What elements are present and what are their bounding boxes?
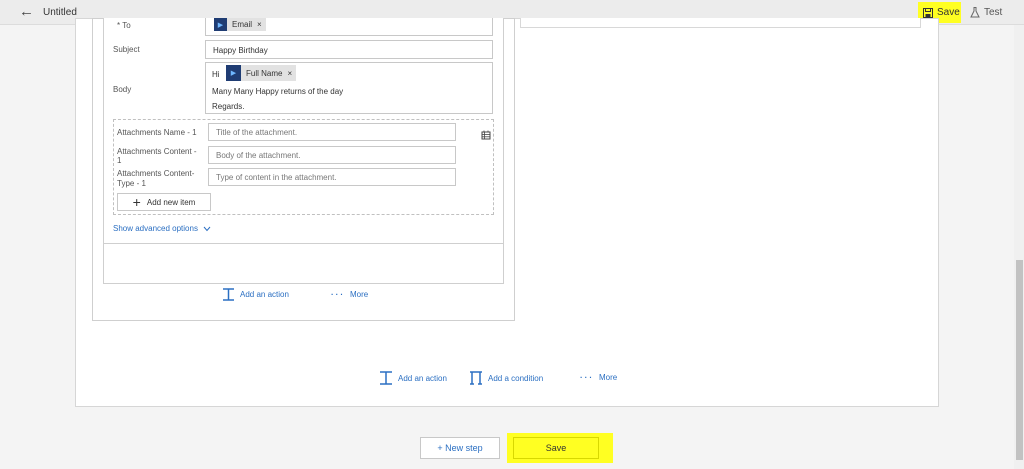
attachments-content-placeholder: Body of the attachment. bbox=[216, 151, 301, 160]
attachments-content-label: Attachments Content - bbox=[117, 147, 197, 156]
subject-input[interactable]: Happy Birthday bbox=[205, 40, 493, 59]
new-step-button[interactable]: + New step bbox=[420, 437, 500, 459]
attachments-name-placeholder: Title of the attachment. bbox=[216, 128, 298, 137]
test-button[interactable]: Test bbox=[970, 2, 1002, 23]
body-greeting: Hi bbox=[212, 70, 220, 79]
back-arrow-icon[interactable]: ← bbox=[19, 4, 34, 19]
full-name-token[interactable]: ▶ Full Name × bbox=[226, 65, 297, 81]
full-name-token-label: Full Name bbox=[246, 68, 283, 78]
branch-more-label: More bbox=[350, 290, 369, 299]
attachments-name-input[interactable]: Title of the attachment. bbox=[208, 123, 456, 141]
remove-full-name-token-icon[interactable]: × bbox=[287, 69, 292, 78]
plus-icon: + bbox=[132, 194, 141, 210]
outer-add-action-link[interactable]: Add an action bbox=[379, 371, 447, 385]
attachments-type-input[interactable]: Type of content in the attachment. bbox=[208, 168, 456, 186]
save-button-bottom-highlight: Save bbox=[507, 433, 613, 463]
flask-icon bbox=[970, 7, 980, 18]
add-condition-icon bbox=[470, 371, 482, 385]
scrollbar-thumb[interactable] bbox=[1016, 260, 1023, 460]
add-condition-link[interactable]: Add a condition bbox=[469, 371, 543, 385]
attachments-content-input[interactable]: Body of the attachment. bbox=[208, 146, 456, 164]
branch-add-action-link[interactable]: Add an action bbox=[222, 288, 289, 301]
save-button-bottom[interactable]: Save bbox=[513, 437, 599, 459]
outer-more-label: More bbox=[599, 373, 618, 382]
attachments-type-label-2: Type - 1 bbox=[117, 179, 146, 188]
remove-email-token-icon[interactable]: × bbox=[257, 20, 262, 29]
send-email-card-footer bbox=[103, 244, 504, 284]
more-dots-icon: ··· bbox=[580, 373, 594, 382]
dynamics-icon: ▶ bbox=[226, 65, 241, 81]
attachments-type-label: Attachments Content- bbox=[117, 169, 195, 178]
add-action-icon bbox=[223, 288, 234, 301]
chevron-down-icon bbox=[203, 226, 211, 231]
save-icon bbox=[923, 7, 933, 18]
add-new-item-label: Add new item bbox=[146, 197, 196, 207]
show-advanced-options-label: Show advanced options bbox=[113, 224, 198, 233]
flow-title[interactable]: Untitled bbox=[43, 7, 77, 18]
outer-add-action-label: Add an action bbox=[398, 373, 447, 383]
switch-input-mode-icon[interactable] bbox=[481, 127, 491, 145]
body-label: Body bbox=[113, 85, 132, 94]
add-condition-label: Add a condition bbox=[488, 373, 544, 383]
branch-add-action-label: Add an action bbox=[240, 290, 289, 299]
show-advanced-options-link[interactable]: Show advanced options bbox=[113, 224, 211, 233]
email-token[interactable]: ▶ Email × bbox=[214, 18, 266, 31]
to-label: * To bbox=[117, 21, 131, 30]
test-label: Test bbox=[984, 7, 1003, 18]
right-branch-container bbox=[520, 18, 921, 28]
attachments-name-label: Attachments Name - 1 bbox=[117, 128, 197, 137]
attachments-content-label-2: 1 bbox=[117, 156, 122, 165]
branch-more-link[interactable]: ··· More bbox=[331, 290, 368, 299]
save-label-top: Save bbox=[937, 7, 960, 18]
subject-label: Subject bbox=[113, 45, 140, 54]
subject-value: Happy Birthday bbox=[213, 46, 268, 55]
more-dots-icon: ··· bbox=[331, 290, 345, 299]
add-action-icon bbox=[380, 371, 392, 385]
add-new-item-button[interactable]: + Add new item bbox=[117, 193, 211, 211]
body-input[interactable]: Hi ▶ Full Name × Many Many Happy returns… bbox=[205, 62, 493, 114]
outer-more-link[interactable]: ··· More bbox=[580, 373, 617, 382]
attachments-type-placeholder: Type of content in the attachment. bbox=[216, 173, 337, 182]
body-line-3: Regards. bbox=[212, 102, 245, 111]
body-line-2: Many Many Happy returns of the day bbox=[212, 87, 344, 96]
to-field[interactable]: ▶ Email × bbox=[205, 18, 493, 36]
dynamics-icon: ▶ bbox=[214, 18, 227, 31]
email-token-label: Email bbox=[232, 20, 253, 29]
vertical-scrollbar[interactable] bbox=[1014, 25, 1024, 469]
